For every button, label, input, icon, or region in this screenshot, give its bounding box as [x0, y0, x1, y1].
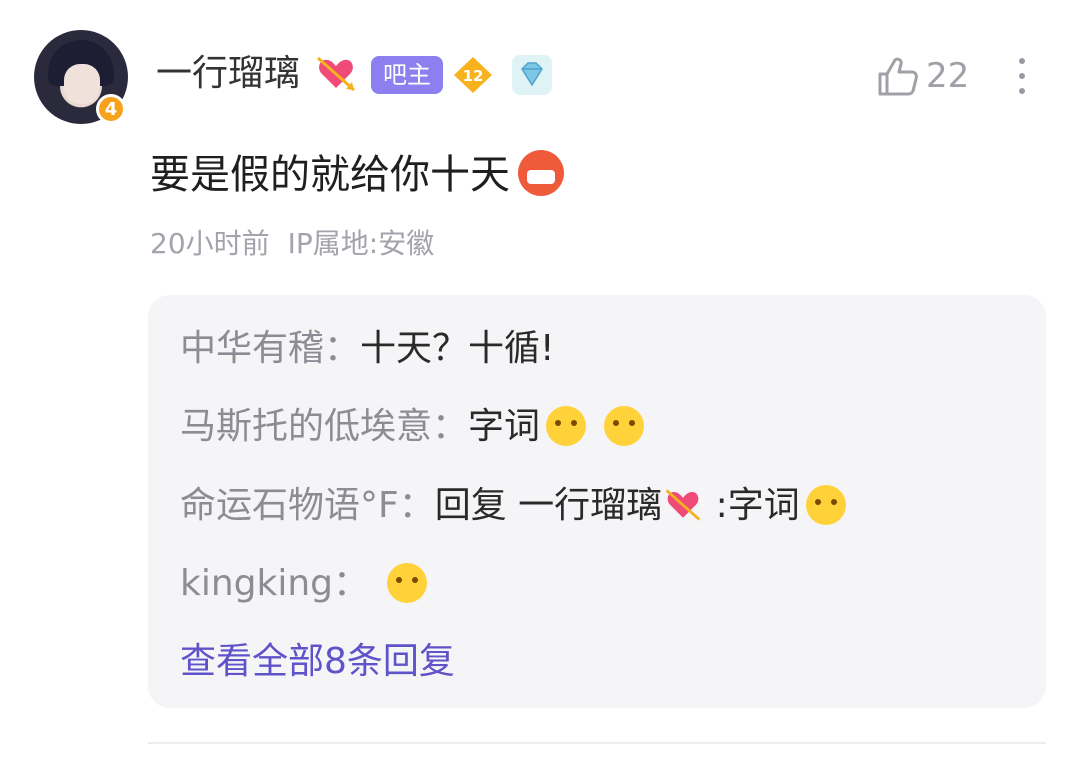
post-time: 20小时前 [150, 227, 270, 260]
user-level-badge: 4 [96, 94, 126, 124]
more-vertical-icon[interactable] [1012, 54, 1032, 98]
post-meta: 20小时前 IP属地:安徽 [150, 226, 434, 262]
reply-prefix: 回复 一行瑠璃 [434, 485, 663, 526]
reply-text: 十天？十循! [360, 328, 555, 369]
diamond-icon [512, 55, 552, 95]
post-content: 要是假的就给你十天 [150, 150, 564, 199]
reply-separator: ： [333, 563, 370, 604]
angry-emoji-icon [518, 150, 564, 196]
reply-author[interactable]: 中华有稽 [180, 328, 324, 369]
reply-author[interactable]: 命运石物语°F [180, 485, 399, 526]
reply-box[interactable]: 中华有稽：十天？十循! 马斯托的低埃意：字词 命运石物语°F：回复 一行瑠璃 :… [148, 295, 1046, 708]
level-badge-icon: 12 [454, 57, 492, 93]
like-count: 22 [926, 56, 970, 96]
hugging-emoji-icon [387, 563, 428, 603]
view-all-replies-link[interactable]: 查看全部8条回复 [180, 640, 455, 684]
reply-item[interactable]: 马斯托的低埃意：字词 [180, 405, 645, 449]
divider [148, 742, 1046, 744]
reply-separator: ： [432, 406, 469, 447]
reply-item[interactable]: kingking： [180, 562, 428, 606]
reply-author[interactable]: 马斯托的低埃意 [180, 406, 432, 447]
yum-emoji-icon [805, 485, 846, 525]
hugging-emoji-icon [546, 406, 587, 446]
reply-text: 字词 [468, 406, 541, 447]
reply-separator: ： [324, 328, 361, 369]
badge-level-text: 12 [463, 67, 484, 85]
reply-text: :字词 [704, 485, 800, 526]
avatar-face [64, 64, 100, 104]
post-text: 要是假的就给你十天 [150, 152, 510, 198]
owner-badge: 吧主 [371, 56, 443, 94]
reply-author[interactable]: kingking [180, 563, 333, 604]
reply-separator: ： [398, 485, 435, 526]
heart-arrow-icon [665, 489, 701, 521]
reply-item[interactable]: 命运石物语°F：回复 一行瑠璃 :字词 [180, 484, 846, 528]
ip-location: IP属地:安徽 [287, 227, 435, 260]
thumbs-up-icon[interactable] [876, 54, 920, 98]
heart-arrow-icon [317, 56, 355, 92]
username[interactable]: 一行瑠璃 [156, 52, 300, 96]
reply-item[interactable]: 中华有稽：十天？十循! [180, 327, 554, 371]
hugging-emoji-icon [604, 406, 645, 446]
